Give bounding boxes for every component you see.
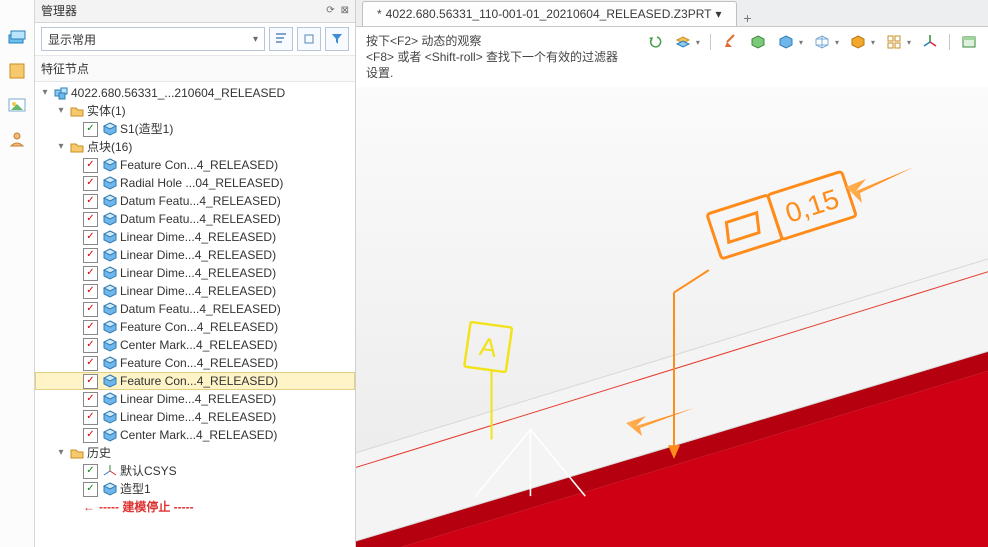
rail-image-icon[interactable]	[6, 94, 28, 116]
tree-point-item[interactable]: ✓Center Mark...4_RELEASED)	[35, 426, 355, 444]
tree-solid-item[interactable]: ✓S1(造型1)	[35, 120, 355, 138]
panel-title-bar: 管理器 ⟳ ⊠	[35, 0, 355, 23]
display-filter-value: 显示常用	[48, 31, 96, 48]
model-canvas[interactable]: A 0,15	[356, 87, 988, 547]
tool-undo-icon[interactable]	[646, 33, 664, 51]
view-toolbar: ▾ ▾ ▾ ▾ ▾	[636, 27, 988, 57]
tree-point-item[interactable]: ✓Radial Hole ...04_RELEASED)	[35, 174, 355, 192]
expand-toggle[interactable]: ▾	[55, 444, 67, 462]
expand-toggle[interactable]: ▾	[55, 138, 67, 156]
datum-letter: A	[478, 333, 500, 363]
tree-point-item[interactable]: ✓Datum Featu...4_RELEASED)	[35, 300, 355, 318]
rail-user-icon[interactable]	[6, 128, 28, 150]
tree-point-item[interactable]: ✓Linear Dime...4_RELEASED)	[35, 390, 355, 408]
checkbox[interactable]: ✓	[83, 338, 98, 353]
tool-window-icon[interactable]	[960, 33, 978, 51]
tree-point-item[interactable]: ✓Linear Dime...4_RELEASED)	[35, 408, 355, 426]
tree-root[interactable]: ▾ 4022.680.56331_...210604_RELEASED	[35, 84, 355, 102]
feature-tree[interactable]: ▾4022.680.56331_...210604_RELEASED▾实体(1)…	[35, 82, 355, 547]
checkbox[interactable]: ✓	[83, 176, 98, 191]
tree-point-item[interactable]: ✓Feature Con...4_RELEASED)	[35, 156, 355, 174]
checkbox[interactable]: ✓	[83, 374, 98, 389]
checkbox[interactable]: ✓	[83, 122, 98, 137]
tree-history-item[interactable]: ✓默认CSYS	[35, 462, 355, 480]
checkbox[interactable]: ✓	[83, 356, 98, 371]
pointer-arrow-tree	[626, 408, 694, 436]
tool-axis-icon[interactable]	[921, 33, 939, 51]
tree-model-stop[interactable]: ←----- 建模停止 -----	[35, 498, 355, 516]
checkbox[interactable]: ✓	[83, 482, 98, 497]
expand-toggle[interactable]: ▾	[55, 102, 67, 120]
tree-point-item[interactable]: ✓Center Mark...4_RELEASED)	[35, 336, 355, 354]
filter-funnel-icon[interactable]	[325, 27, 349, 51]
tree-point-item[interactable]: ✓Linear Dime...4_RELEASED)	[35, 282, 355, 300]
checkbox[interactable]: ✓	[83, 392, 98, 407]
tree-history-item[interactable]: ✓造型1	[35, 480, 355, 498]
expand-toggle[interactable]: ▾	[39, 84, 51, 102]
document-tab[interactable]: * 4022.680.56331_110-001-01_20210604_REL…	[362, 1, 737, 26]
hint-text: 按下<F2> 动态的观察 <F8> 或者 <Shift-roll> 查找下一个有…	[356, 27, 636, 87]
checkbox[interactable]: ✓	[83, 320, 98, 335]
rail-box-icon[interactable]	[6, 60, 28, 82]
display-filter-dropdown[interactable]: 显示常用 ▾	[41, 27, 265, 51]
tree-point-item[interactable]: ✓Datum Featu...4_RELEASED)	[35, 192, 355, 210]
filter-action-2[interactable]	[297, 27, 321, 51]
tool-pencil-icon[interactable]	[721, 33, 739, 51]
checkbox[interactable]: ✓	[83, 428, 98, 443]
panel-collapse-icon[interactable]: ⟳	[326, 0, 334, 22]
filter-action-1[interactable]	[269, 27, 293, 51]
tool-layers-icon[interactable]	[674, 33, 692, 51]
tree-points[interactable]: ▾点块(16)	[35, 138, 355, 156]
pointer-arrow-canvas	[846, 167, 914, 203]
checkbox[interactable]: ✓	[83, 266, 98, 281]
checkbox[interactable]: ✓	[83, 302, 98, 317]
tab-menu-icon[interactable]: ▾	[715, 7, 721, 21]
tool-wire-cube-icon[interactable]	[813, 33, 831, 51]
tool-cube-green-icon[interactable]	[749, 33, 767, 51]
checkbox[interactable]: ✓	[83, 410, 98, 425]
checkbox[interactable]: ✓	[83, 212, 98, 227]
tab-dirty-indicator: *	[377, 7, 382, 21]
checkbox[interactable]: ✓	[83, 248, 98, 263]
tree-point-item[interactable]: ✓Feature Con...4_RELEASED)	[35, 372, 355, 390]
panel-close-icon[interactable]: ⊠	[341, 0, 349, 22]
rail-part-icon[interactable]	[6, 26, 28, 48]
tree-point-item[interactable]: ✓Linear Dime...4_RELEASED)	[35, 264, 355, 282]
tree-point-item[interactable]: ✓Feature Con...4_RELEASED)	[35, 318, 355, 336]
tree-solids[interactable]: ▾实体(1)	[35, 102, 355, 120]
checkbox[interactable]: ✓	[83, 284, 98, 299]
panel-title-text: 管理器	[41, 0, 77, 22]
tree-header: 特征节点	[35, 56, 355, 82]
checkbox[interactable]: ✓	[83, 464, 98, 479]
tab-filename: 4022.680.56331_110-001-01_20210604_RELEA…	[386, 7, 712, 21]
tree-root-label: 4022.680.56331_...210604_RELEASED	[71, 84, 291, 102]
tree-point-item[interactable]: ✓Feature Con...4_RELEASED)	[35, 354, 355, 372]
tree-point-item[interactable]: ✓Linear Dime...4_RELEASED)	[35, 246, 355, 264]
chevron-down-icon: ▾	[253, 34, 258, 45]
tree-point-item[interactable]: ✓Datum Featu...4_RELEASED)	[35, 210, 355, 228]
tree-point-item[interactable]: ✓Linear Dime...4_RELEASED)	[35, 228, 355, 246]
checkbox[interactable]: ✓	[83, 158, 98, 173]
checkbox[interactable]: ✓	[83, 194, 98, 209]
add-tab-button[interactable]: +	[737, 10, 759, 26]
checkbox[interactable]: ✓	[83, 230, 98, 245]
tree-history[interactable]: ▾历史	[35, 444, 355, 462]
tool-cube-blue-icon[interactable]	[777, 33, 795, 51]
tool-views-icon[interactable]	[885, 33, 903, 51]
tool-cube-orange-icon[interactable]	[849, 33, 867, 51]
